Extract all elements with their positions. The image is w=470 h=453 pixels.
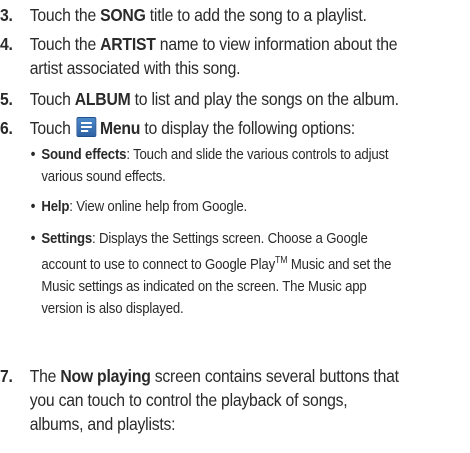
now-playing-term: Now playing <box>60 366 151 386</box>
step-number: 6. <box>0 118 13 138</box>
step-4: 4. Touch the ARTIST name to view informa… <box>0 32 423 80</box>
step-text: Touch ALBUM to list and play the songs o… <box>29 89 399 109</box>
step-6: 6. Touch Menu to display the following o… <box>0 116 423 140</box>
trademark-mark: TM <box>275 255 288 266</box>
step-number: 7. <box>0 366 13 386</box>
step-number: 4. <box>0 34 13 54</box>
step-7: 7. The Now playing screen contains sever… <box>0 364 423 436</box>
step-number: 3. <box>0 5 13 25</box>
step-number: 5. <box>0 89 13 109</box>
step-text: The Now playing screen contains several … <box>29 366 399 434</box>
bullet-dot: • <box>30 198 36 215</box>
step-5: 5. Touch ALBUM to list and play the song… <box>0 87 423 111</box>
option-term: Sound effects <box>41 146 127 163</box>
manual-page: 3. Touch the SONG title to add the song … <box>0 0 470 453</box>
step-text: Touch Menu to display the following opti… <box>29 117 355 138</box>
option-settings: • Settings: Displays the Settings screen… <box>30 230 392 317</box>
step-text: Touch the ARTIST name to view informatio… <box>29 34 398 78</box>
step-text: Touch the SONG title to add the song to … <box>29 5 367 25</box>
bullet-dot: • <box>30 146 36 163</box>
song-term: SONG <box>100 5 146 25</box>
artist-term: ARTIST <box>100 34 156 54</box>
option-term: Settings <box>41 230 93 247</box>
option-term: Help <box>41 198 70 215</box>
option-sound-effects: • Sound effects: Touch and slide the var… <box>30 146 389 185</box>
menu-term: Menu <box>99 118 141 138</box>
option-help: • Help: View online help from Google. <box>0 196 414 218</box>
album-term: ALBUM <box>74 89 131 109</box>
step-3: 3. Touch the SONG title to add the song … <box>0 3 423 27</box>
menu-icon <box>76 117 97 137</box>
bullet-dot: • <box>30 230 36 247</box>
